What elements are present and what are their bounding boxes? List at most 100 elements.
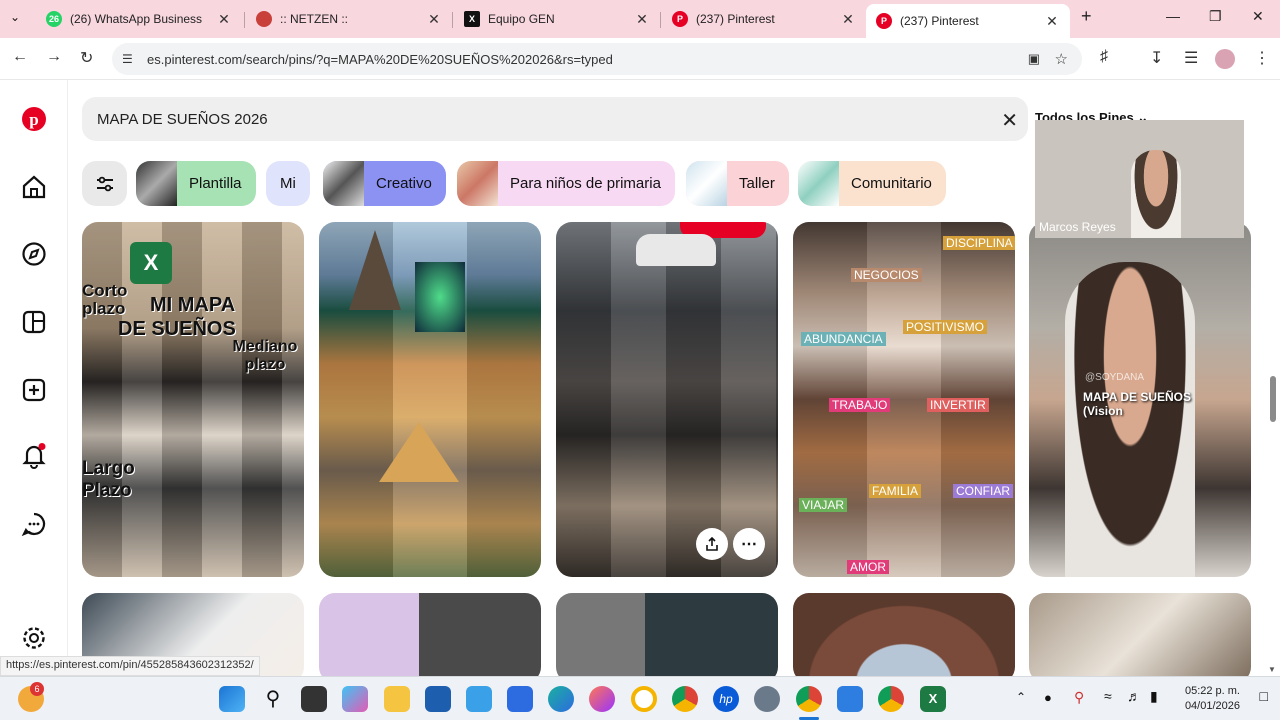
pin-row2-5[interactable] (1029, 593, 1251, 683)
tab-separator (660, 12, 661, 28)
tab-separator (452, 12, 453, 28)
profile-avatar[interactable] (1215, 49, 1235, 69)
person-photo (1065, 262, 1195, 577)
close-icon[interactable]: ✕ (426, 11, 442, 28)
chip-taller[interactable]: Taller (686, 161, 789, 206)
close-icon[interactable]: ✕ (1044, 13, 1060, 30)
extensions-icon[interactable]: ♯ (1100, 48, 1108, 66)
car-photo (636, 234, 716, 266)
forward-icon[interactable]: → (46, 48, 62, 66)
pyramids-photo (379, 422, 459, 482)
close-icon[interactable]: ✕ (634, 11, 650, 28)
excel-icon[interactable]: X (920, 686, 946, 712)
settings-app-icon[interactable] (754, 686, 780, 712)
download-icon[interactable]: ↧ (1150, 48, 1163, 68)
tab-search-icon[interactable]: ⌄ (10, 10, 20, 24)
pinned-app-icon[interactable] (466, 686, 492, 712)
close-icon[interactable]: ✕ (216, 11, 232, 28)
pin-row2-3[interactable] (556, 593, 778, 683)
collage-photo (82, 222, 304, 577)
copilot-icon[interactable] (342, 686, 368, 712)
back-icon[interactable]: ← (12, 48, 28, 66)
menu-icon[interactable]: ⋮ (1254, 48, 1270, 68)
pin-vision-board-tags[interactable]: DISCIPLINA NEGOCIOS POSITIVISMO ABUNDANC… (793, 222, 1015, 577)
pin-video-caption: MAPA DE SUEÑOS (Vision (1083, 390, 1192, 418)
svg-text:p: p (29, 110, 38, 129)
chrome-profile-icon[interactable] (878, 686, 904, 712)
chrome-active-icon[interactable] (796, 686, 822, 712)
notification-center-icon[interactable]: □ (1260, 688, 1268, 704)
wifi-icon[interactable]: ≈ (1104, 688, 1112, 704)
more-options-button[interactable]: ⋯ (733, 528, 765, 560)
tag-trabajo: TRABAJO (829, 398, 891, 412)
close-icon[interactable]: ✕ (840, 11, 856, 28)
tab-equipo-gen[interactable]: X Equipo GEN ✕ (454, 4, 660, 34)
explore-icon[interactable] (21, 241, 47, 267)
site-info-icon[interactable]: ☰ (122, 52, 133, 66)
pin-caption-largo: Largo Plazo (82, 458, 135, 501)
restore-icon[interactable]: ❐ (1209, 8, 1222, 25)
file-explorer-icon[interactable] (384, 686, 410, 712)
home-icon[interactable] (21, 174, 47, 200)
settings-icon[interactable] (21, 625, 47, 651)
excel-logo: X (130, 242, 172, 284)
tab-whatsapp[interactable]: 26 (26) WhatsApp Business ✕ (36, 4, 242, 34)
star-icon[interactable]: ☆ (1055, 50, 1068, 68)
pin-travel-collage[interactable] (319, 222, 541, 577)
video-call-overlay[interactable]: Marcos Reyes (1035, 120, 1244, 238)
tab-netzen[interactable]: :: NETZEN :: ✕ (246, 4, 452, 34)
new-tab-icon[interactable]: + (1081, 6, 1092, 27)
boards-icon[interactable] (21, 309, 47, 335)
search-input[interactable]: MAPA DE SUEÑOS 2026 ✕ (82, 97, 1028, 141)
pinterest-logo-icon[interactable]: p (21, 106, 47, 132)
chip-para-ninos[interactable]: Para niños de primaria (457, 161, 675, 206)
zoom-icon[interactable] (507, 686, 533, 712)
tray-app-icon[interactable]: ● (1044, 690, 1052, 705)
chrome-icon[interactable] (672, 686, 698, 712)
window-close-icon[interactable]: ✕ (1252, 8, 1264, 25)
system-clock[interactable]: 05:22 p. m. 04/01/2026 (1185, 684, 1240, 714)
chip-mi[interactable]: Mi (266, 161, 310, 206)
pin-luxury-collage[interactable]: ⋯ (556, 222, 778, 577)
page-scrollbar[interactable]: ▼ (1266, 80, 1280, 676)
edge-icon[interactable] (548, 686, 574, 712)
photos-icon[interactable] (837, 686, 863, 712)
store-icon[interactable] (425, 686, 451, 712)
chrome-alt-icon[interactable] (631, 686, 657, 712)
install-icon[interactable]: ▣ (1028, 51, 1040, 67)
tab-pinterest-1[interactable]: P (237) Pinterest ✕ (662, 4, 866, 34)
mic-icon[interactable]: ⚲ (1074, 689, 1084, 706)
filter-settings-button[interactable] (82, 161, 127, 206)
firefox-icon[interactable] (589, 686, 615, 712)
scroll-down-icon[interactable]: ▼ (1268, 665, 1276, 674)
battery-icon[interactable]: ▮ (1150, 688, 1158, 705)
chip-plantilla[interactable]: Plantilla (136, 161, 256, 206)
task-view-icon[interactable] (301, 686, 327, 712)
share-button[interactable] (696, 528, 728, 560)
tag-disciplina: DISCIPLINA (943, 236, 1015, 250)
media-icon[interactable]: ☰ (1184, 48, 1198, 68)
tab-pinterest-active[interactable]: P (237) Pinterest ✕ (866, 4, 1070, 38)
browser-tab-bar: ⌄ 26 (26) WhatsApp Business ✕ :: NETZEN … (0, 0, 1280, 38)
scrollbar-thumb[interactable] (1270, 376, 1276, 422)
url-bar[interactable]: ☰ es.pinterest.com/search/pins/?q=MAPA%2… (112, 43, 1082, 75)
volume-icon[interactable]: ♬ (1127, 688, 1141, 704)
tray-chevron-icon[interactable]: ⌃ (1016, 690, 1026, 704)
create-icon[interactable] (21, 377, 47, 403)
chip-comunitario[interactable]: Comunitario (798, 161, 946, 206)
start-icon[interactable] (219, 686, 245, 712)
minimize-icon[interactable]: — (1166, 8, 1180, 24)
search-icon[interactable]: ⚲ (260, 686, 286, 712)
messages-icon[interactable] (21, 511, 47, 537)
notifications-icon[interactable] (21, 443, 47, 469)
reload-icon[interactable]: ↻ (80, 48, 93, 68)
hp-icon[interactable]: hp (713, 686, 739, 712)
chip-creativo[interactable]: Creativo (323, 161, 446, 206)
pin-mapa-suenos-plazos[interactable]: X Corto plazo MI MAPA DE SUEÑOS Mediano … (82, 222, 304, 577)
pin-row2-4[interactable] (793, 593, 1015, 683)
x-logo-icon: X (464, 11, 480, 27)
chip-thumbnail (686, 161, 727, 206)
clear-search-icon[interactable]: ✕ (1001, 108, 1018, 133)
pin-video-mapa-suenos[interactable]: MAPA DE SUEÑOS (Vision @SOYDANA (1029, 222, 1251, 577)
pin-row2-2[interactable] (319, 593, 541, 683)
